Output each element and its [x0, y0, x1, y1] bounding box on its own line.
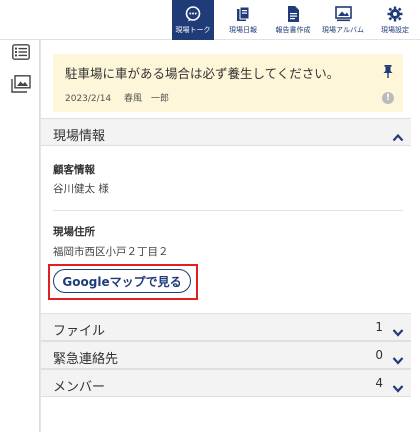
chevron-down-icon [392, 350, 404, 369]
site-info-header[interactable]: 現場情報 [41, 118, 411, 146]
chevron-down-icon [392, 322, 404, 341]
nav-tab-genba-talk[interactable]: 現場トーク [172, 0, 214, 40]
nav-tab-label: 現場日報 [229, 25, 257, 34]
section-count: 4 [375, 376, 383, 390]
nav-tab-label: 現場アルバム [322, 25, 364, 34]
left-rail [0, 40, 40, 432]
chat-icon [185, 6, 201, 23]
pin-icon[interactable] [383, 63, 393, 82]
notice-meta: 2023/2/14 春風 一郎 [65, 91, 179, 104]
pinned-notice[interactable]: 駐車場に車がある場合は必ず養生してください。 2023/2/14 春風 一郎 ! [53, 54, 403, 112]
section-emergency-contacts[interactable]: 緊急連絡先 0 [41, 341, 411, 369]
section-title: ファイル [53, 324, 106, 339]
notice-date: 2023/2/14 [65, 94, 112, 104]
address-label: 現場住所 [53, 226, 95, 238]
section-title: メンバー [53, 380, 106, 395]
nav-tab-label: 現場トーク [175, 25, 211, 34]
list-icon [12, 44, 30, 64]
notice-text: 駐車場に車がある場合は必ず養生してください。 [65, 66, 340, 81]
top-nav: 現場トーク 現場日報 報告書作成 現場アルバム 現場設定 [0, 0, 420, 40]
section-members[interactable]: メンバー 4 [41, 369, 411, 397]
address-value: 福岡市西区小戸２丁目２ [53, 246, 169, 258]
google-map-button[interactable]: Googleマップで見る [53, 269, 191, 293]
section-title: 緊急連絡先 [53, 352, 119, 367]
album-icon [334, 6, 352, 23]
notice-author: 春風 一郎 [124, 94, 170, 104]
chevron-down-icon [392, 378, 404, 397]
gallery-icon [11, 75, 31, 97]
settings-gear-icon [387, 6, 403, 23]
section-title: 現場情報 [53, 129, 106, 144]
customer-label: 顧客情報 [53, 164, 95, 176]
section-files[interactable]: ファイル 1 [41, 313, 411, 341]
nav-tab-settings[interactable]: 現場設定 [374, 0, 416, 40]
gallery-view-button[interactable] [10, 75, 32, 97]
customer-value: 谷川健太 様 [53, 183, 109, 195]
report-document-icon [287, 6, 300, 23]
nav-tab-album[interactable]: 現場アルバム [318, 0, 368, 40]
divider [53, 210, 403, 211]
nav-tab-create-report[interactable]: 報告書作成 [270, 0, 316, 40]
nav-tab-daily-report[interactable]: 現場日報 [223, 0, 263, 40]
section-count: 1 [375, 320, 383, 334]
nav-tab-label: 報告書作成 [275, 25, 311, 34]
chevron-up-icon [392, 127, 404, 146]
site-info-panel: 駐車場に車がある場合は必ず養生してください。 2023/2/14 春風 一郎 !… [40, 40, 411, 432]
list-view-button[interactable] [10, 44, 32, 64]
daily-report-icon [236, 6, 250, 23]
nav-tab-label: 現場設定 [381, 25, 409, 34]
section-count: 0 [375, 348, 383, 362]
info-icon[interactable]: ! [382, 92, 394, 104]
